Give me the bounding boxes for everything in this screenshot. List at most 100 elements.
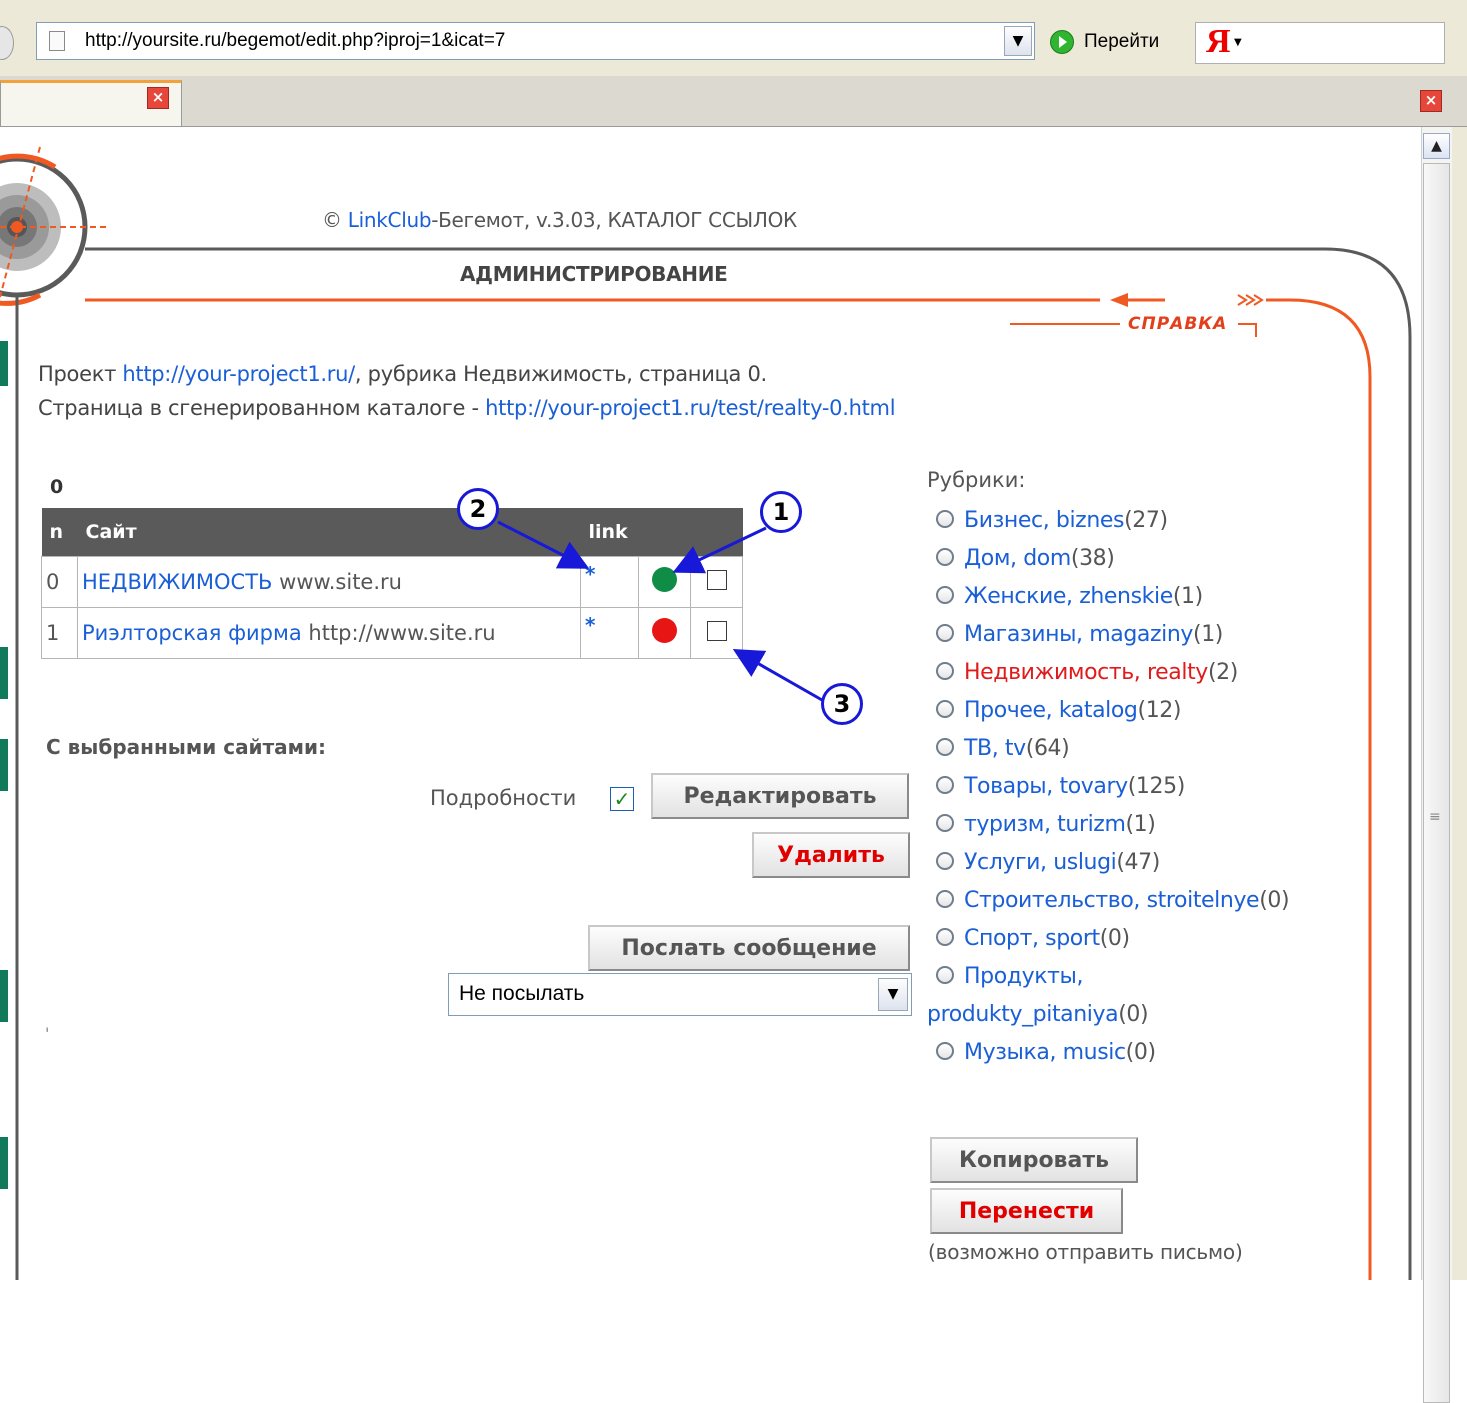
callout-1: 1 (760, 491, 802, 533)
category-link[interactable]: Спорт, sport (964, 926, 1100, 951)
select-cell (690, 556, 743, 608)
category-radio[interactable] (936, 624, 954, 642)
category-link[interactable]: Прочее, katalog (964, 698, 1138, 723)
site-title-link[interactable]: НЕДВИЖИМОСТЬ (82, 570, 272, 594)
project-suffix: , рубрика Недвижимость, страница 0. (354, 362, 767, 386)
category-link[interactable]: Женские, zhenskie (964, 584, 1173, 609)
address-bar[interactable]: http://yoursite.ru/begemot/edit.php?ipro… (36, 22, 1035, 60)
scrollbar-thumb[interactable] (1423, 163, 1450, 1403)
category-link[interactable]: Строительство, stroitelnye (964, 888, 1260, 913)
stray-mark: ' (45, 1024, 50, 1043)
scroll-up-icon[interactable]: ▲ (1423, 133, 1450, 159)
category-link-current[interactable]: Недвижимость, realty (964, 660, 1208, 685)
active-tab[interactable]: × (0, 80, 182, 126)
list-item: Дом, dom(38) (927, 540, 1307, 578)
column-status-header (638, 508, 691, 557)
category-radio[interactable] (936, 548, 954, 566)
linkclub-link[interactable]: LinkClub (348, 208, 432, 232)
category-count: (38) (1070, 546, 1115, 571)
move-button[interactable]: Перенести (930, 1188, 1123, 1234)
category-link[interactable]: Дом, dom (964, 546, 1071, 571)
go-label: Перейти (1084, 31, 1160, 52)
category-count: (1) (1125, 812, 1156, 837)
category-link[interactable]: ТВ, tv (964, 736, 1026, 761)
category-radio[interactable] (936, 662, 954, 680)
list-item: Товары, tovary(125) (927, 768, 1307, 806)
list-item: Прочее, katalog(12) (927, 692, 1307, 730)
yandex-dropdown-icon[interactable]: ▼ (1234, 37, 1242, 48)
site-url: http://www.site.ru (301, 621, 496, 645)
category-count: (2) (1207, 660, 1238, 685)
list-item: Магазины, magaziny(1) (927, 616, 1307, 654)
chevron-down-icon[interactable]: ▼ (878, 978, 908, 1011)
categories-title: Рубрики: (927, 468, 1026, 492)
table-row: 0 НЕДВИЖИМОСТЬ www.site.ru * (41, 556, 743, 608)
category-count: (1) (1193, 622, 1223, 647)
row-number: 0 (41, 556, 78, 608)
row-number: 1 (41, 607, 78, 659)
yandex-search-box[interactable]: Я ▼ (1195, 22, 1445, 64)
close-tab-icon[interactable]: × (147, 87, 169, 109)
message-select[interactable]: Не посылать ▼ (448, 973, 912, 1016)
go-button[interactable]: Перейти (1050, 26, 1159, 58)
category-count: (0) (1125, 1040, 1156, 1065)
category-link[interactable]: Музыка, music (964, 1040, 1126, 1065)
callout-2: 2 (457, 488, 499, 530)
project-prefix: Проект (38, 362, 123, 386)
row-select-checkbox[interactable] (706, 569, 727, 590)
category-link[interactable]: Продукты, produkty_pitaniya (927, 964, 1119, 1027)
column-site-header: Сайт (77, 508, 581, 557)
category-count: (12) (1137, 698, 1182, 723)
edit-button[interactable]: Редактировать (651, 773, 909, 819)
table-row: 1 Риэлторская фирма http://www.site.ru * (41, 607, 743, 659)
row-select-checkbox[interactable] (706, 620, 727, 641)
scrollbar-grip-icon: ≡ (1429, 809, 1441, 825)
callout-3: 3 (821, 683, 863, 725)
category-radio[interactable] (936, 852, 954, 870)
categories-list: Бизнес, biznes(27) Дом, dom(38) Женские,… (927, 502, 1307, 1072)
category-radio[interactable] (936, 814, 954, 832)
category-count: (0) (1118, 1002, 1149, 1027)
category-link[interactable]: Магазины, magaziny (964, 622, 1193, 647)
list-item: ТВ, tv(64) (927, 730, 1307, 768)
list-item: Спорт, sport(0) (927, 920, 1307, 958)
link-marker[interactable]: * (585, 562, 595, 586)
credit-text: -Бегемот, v.3.03, КАТАЛОГ ССЫЛОК (431, 208, 797, 232)
copy-button[interactable]: Копировать (930, 1137, 1138, 1183)
copyright-icon: © (322, 208, 342, 232)
category-count: (64) (1025, 736, 1070, 761)
site-title-link[interactable]: Риэлторская фирма (82, 621, 302, 645)
delete-button[interactable]: Удалить (752, 832, 910, 878)
generated-page-link[interactable]: http://your-project1.ru/test/realty-0.ht… (485, 396, 895, 420)
logo-icon (0, 146, 110, 306)
vertical-scrollbar[interactable]: ▲ ≡ (1421, 127, 1452, 1403)
category-link[interactable]: Услуги, uslugi (964, 850, 1117, 875)
category-link[interactable]: Товары, tovary (964, 774, 1128, 799)
project-link[interactable]: http://your-project1.ru/ (122, 362, 355, 386)
category-link[interactable]: туризм, turizm (964, 812, 1126, 837)
category-link[interactable]: Бизнес, biznes (964, 508, 1124, 533)
link-marker[interactable]: * (585, 613, 595, 637)
project-line: Проект http://your-project1.ru/, рубрика… (38, 362, 767, 386)
category-radio[interactable] (936, 1042, 954, 1060)
status-cell (638, 556, 691, 608)
close-all-tabs-icon[interactable]: × (1420, 90, 1442, 112)
send-message-button[interactable]: Послать сообщение (588, 925, 910, 971)
category-radio[interactable] (936, 738, 954, 756)
category-radio[interactable] (936, 776, 954, 794)
details-checkbox[interactable]: ✓ (610, 787, 634, 811)
address-url[interactable]: http://yoursite.ru/begemot/edit.php?ipro… (85, 30, 505, 52)
category-radio[interactable] (936, 510, 954, 528)
help-link[interactable]: СПРАВКА (1128, 314, 1227, 334)
category-radio[interactable] (936, 586, 954, 604)
address-dropdown-button[interactable]: ▼ (1004, 26, 1032, 56)
generated-page-line: Страница в сгенерированном каталоге - ht… (38, 396, 896, 420)
category-radio[interactable] (936, 928, 954, 946)
list-item: Женские, zhenskie(1) (927, 578, 1307, 616)
list-item: Строительство, stroitelnye(0) (927, 882, 1307, 920)
category-radio[interactable] (936, 966, 954, 984)
category-radio[interactable] (936, 700, 954, 718)
yandex-logo-icon: Я (1206, 23, 1231, 60)
status-dot-icon (652, 567, 677, 592)
category-radio[interactable] (936, 890, 954, 908)
